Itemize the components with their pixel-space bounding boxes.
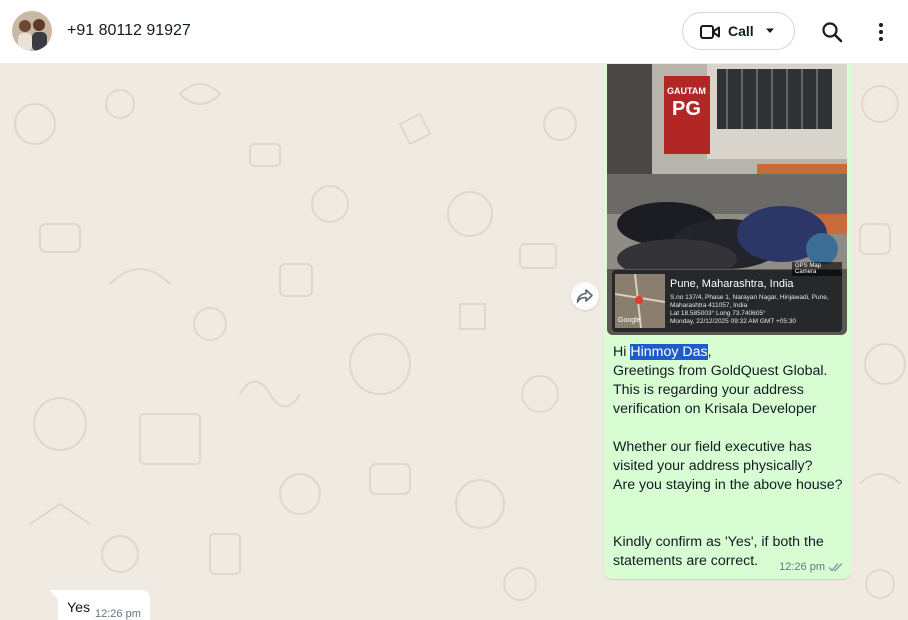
incoming-message-bubble[interactable]: Yes 12:26 pm [50,590,150,620]
forward-button[interactable] [571,282,599,310]
greeting-suffix: , [707,344,712,360]
message-time: 12:26 pm [779,561,825,573]
bubble-tail [50,590,58,600]
geotag-overlay: GPS Map Camera Google Pune, Maharashtra,… [612,262,842,332]
video-camera-icon [700,25,720,39]
google-mark: Google [618,317,641,324]
chat-panel[interactable]: GAUTAM PG GPS Map Camera Google Pune, Ma… [0,64,908,620]
gps-badge: GPS Map Camera [792,262,842,276]
message-text: Hi Hinmoy Das, Greetings from GoldQuest … [613,343,845,571]
address-line-1: S.no 137/4, Phase 1, Narayan Nagar, Hinj… [670,294,829,301]
sign-text-gautam: GAUTAM [667,86,706,96]
contact-name[interactable]: +91 80112 91927 [67,22,191,40]
chat-header: +91 80112 91927 Call [0,0,908,64]
message-photo[interactable]: GAUTAM PG GPS Map Camera Google Pune, Ma… [607,64,847,335]
incoming-message-text: Yes [67,600,91,616]
more-vertical-icon[interactable] [872,20,890,44]
call-label: Call [728,23,754,39]
greeting-prefix: Hi [613,344,631,360]
chevron-down-icon[interactable] [765,27,775,35]
coordinates: Lat 18.585003° Long 73.740605° [670,310,766,317]
incoming-message-time: 12:26 pm [95,608,141,620]
message-body: Greetings from GoldQuest Global. This is… [613,363,843,569]
search-icon[interactable] [820,20,844,44]
message-meta: 12:26 pm [779,561,844,573]
highlighted-name: Hinmoy Das [630,344,708,360]
photo-datetime: Monday, 22/12/2025 09:32 AM GMT +05:30 [670,318,797,325]
double-check-icon [828,563,843,572]
outgoing-message-bubble[interactable]: GAUTAM PG GPS Map Camera Google Pune, Ma… [604,64,851,579]
sign-text-pg: PG [672,98,701,120]
address-line-2: Maharashtra 411057, India [670,302,748,309]
forward-icon [576,289,593,303]
call-button[interactable]: Call [682,12,795,50]
location-title: Pune, Maharashtra, India [670,278,794,290]
contact-avatar[interactable] [12,11,52,51]
